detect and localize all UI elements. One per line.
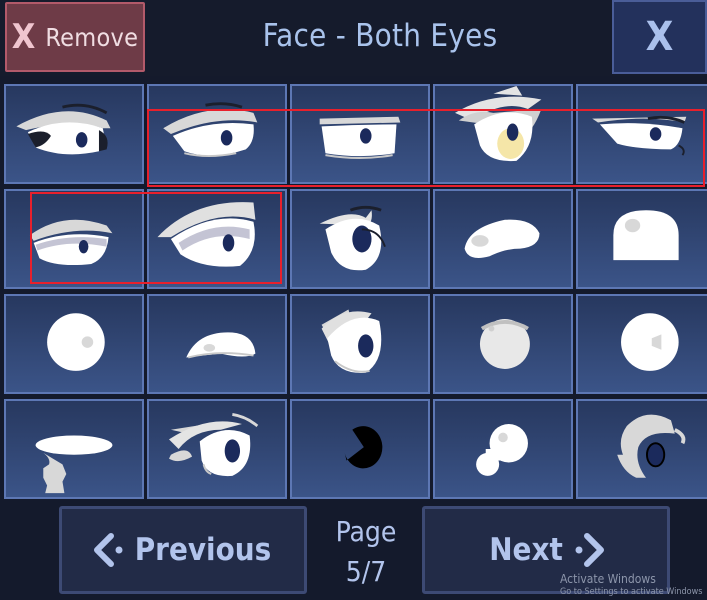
- eye-style-18-icon: [344, 426, 383, 469]
- eye-option-13[interactable]: [290, 294, 430, 394]
- eye-option-10[interactable]: [576, 189, 707, 289]
- windows-activation-watermark: Activate Windows Go to Settings to activ…: [560, 573, 702, 599]
- previous-button[interactable]: Previous: [59, 506, 307, 594]
- eye-option-3[interactable]: [290, 84, 430, 184]
- eye-option-12[interactable]: [147, 294, 287, 394]
- close-button[interactable]: X: [612, 0, 707, 74]
- panel-title: Face - Both Eyes: [262, 18, 498, 54]
- eye-style-12-icon: [186, 332, 256, 359]
- eye-options-grid: [4, 84, 707, 499]
- eye-option-6[interactable]: [4, 189, 144, 289]
- watermark-subtitle: Go to Settings to activate Windows: [560, 587, 703, 597]
- previous-label: Previous: [134, 532, 272, 568]
- eye-style-2-icon: [163, 102, 258, 158]
- eye-style-11-icon: [47, 313, 105, 371]
- eye-style-4-icon: [455, 86, 542, 162]
- page-value: 5/7: [345, 555, 387, 588]
- eye-option-19[interactable]: [433, 399, 573, 499]
- close-icon: X: [645, 14, 674, 60]
- eye-option-11[interactable]: [4, 294, 144, 394]
- eye-style-14-icon: [479, 319, 530, 369]
- eye-option-4[interactable]: [433, 84, 573, 184]
- top-bar: X Remove Face - Both Eyes X: [0, 0, 707, 76]
- next-label: Next: [489, 532, 563, 568]
- eye-option-5[interactable]: [576, 84, 707, 184]
- eye-style-1-icon: [16, 103, 111, 155]
- eye-style-5-icon: [592, 115, 687, 156]
- eye-style-6-icon: [29, 219, 113, 266]
- remove-x-icon: X: [11, 17, 36, 57]
- eye-option-9[interactable]: [433, 189, 573, 289]
- eye-option-14[interactable]: [433, 294, 573, 394]
- eye-style-17-icon: [169, 413, 259, 477]
- eye-style-3-icon: [319, 116, 401, 159]
- watermark-title: Activate Windows: [560, 572, 656, 586]
- eye-style-19-icon: [476, 424, 528, 476]
- eye-style-7-icon: [157, 202, 256, 267]
- eye-style-13-icon: [321, 309, 382, 373]
- eye-style-20-icon: [617, 414, 686, 478]
- eye-style-8-icon: [319, 205, 386, 271]
- remove-label: Remove: [45, 22, 139, 52]
- eye-style-15-icon: [621, 313, 679, 371]
- eye-option-18[interactable]: [290, 399, 430, 499]
- chevron-left-icon: [93, 533, 123, 567]
- eye-style-10-icon: [613, 210, 679, 261]
- eye-option-8[interactable]: [290, 189, 430, 289]
- eye-style-9-icon: [464, 219, 540, 259]
- eye-option-1[interactable]: [4, 84, 144, 184]
- eye-style-16-icon: [35, 435, 113, 494]
- chevron-right-icon: [575, 533, 604, 567]
- page-indicator: Page 5/7: [310, 512, 422, 592]
- eye-option-15[interactable]: [576, 294, 707, 394]
- page-label: Page: [335, 515, 397, 548]
- eye-option-16[interactable]: [4, 399, 144, 499]
- eye-option-2[interactable]: [147, 84, 287, 184]
- eye-option-7[interactable]: [147, 189, 287, 289]
- eye-option-20[interactable]: [576, 399, 707, 499]
- remove-button[interactable]: X Remove: [5, 2, 145, 72]
- eye-option-17[interactable]: [147, 399, 287, 499]
